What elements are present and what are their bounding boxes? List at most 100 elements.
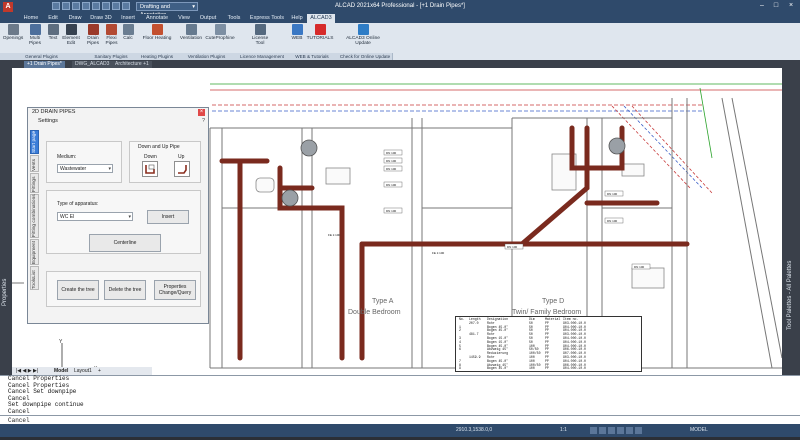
tab-output[interactable]: Output [195,14,221,23]
command-history-line: Cancel Properties [8,381,70,389]
properties-change-button[interactable]: Properties Change/Query [154,280,196,300]
down-pipe-icon[interactable] [142,161,158,177]
tab-tools[interactable]: Tools [222,14,246,23]
file-tab-bar: +1 Drain Pipes* DWG_ALCAD3 Architecture … [0,60,800,68]
delete-tree-button[interactable]: Delete the tree [104,280,146,300]
tab-home[interactable]: Home [20,14,42,23]
pipe-tag-text: DN 100 [634,265,645,269]
apparatus-label: Type of apparatus: [57,201,99,207]
pipe-tag-text: DN 100 [507,245,518,249]
room-type-a-sub-label: Double Bedroom [348,309,401,316]
dialog-close-button[interactable]: × [198,109,205,116]
layout-tab-add[interactable]: + [98,367,101,375]
drain-pipes-dialog: 2D DRAIN PIPES × Settings ? Start page V… [27,107,209,324]
medium-label: Medium: [57,154,77,160]
flexi-pipes-icon [106,24,117,35]
model-space-toggle[interactable]: MODEL [690,424,708,437]
tab-express-tools[interactable]: Express Tools [247,14,287,23]
chevron-down-icon: ▾ [128,214,131,220]
apparatus-select[interactable]: WC El ▾ [57,212,133,221]
annotation-scale[interactable]: 1:1 [560,424,567,437]
dialog-help-button[interactable]: ? [202,118,205,124]
file-tab-architecture[interactable]: Architecture +1 [112,61,152,68]
license-tool-button[interactable]: License Tool [248,24,272,52]
parts-table-row: 9 Bogen 45.0° 100 PP 904.000.10.0 [459,366,586,371]
vtab-fitting-combinations[interactable]: Fitting combinations [30,194,39,238]
group-ventilation-plugins: Ventilation Plugins [175,53,239,60]
online-update-button[interactable]: ALCAD3 Online Update [343,24,383,52]
parts-list-table: No. Length Designation Dim Material Item no. 2… [455,316,642,372]
vtab-start-page[interactable]: Start page [30,130,39,154]
web-button[interactable]: WEB [289,24,305,52]
coordinates-readout: 2910.3,1538.0,0 [456,427,493,433]
element-edit-button[interactable]: Element Edit [61,24,81,52]
openings-button[interactable]: Openings [2,24,24,52]
tab-view[interactable]: View [174,14,194,23]
drain-pipes-button[interactable]: Drain Pipes [84,24,102,52]
vtab-tools-list[interactable]: ToolsList [30,266,39,290]
tab-draw[interactable]: Draw [64,14,86,23]
up-pipe-icon[interactable] [174,161,190,177]
pipe-tag-text: DN 100 [386,151,397,155]
license-icon [254,24,266,35]
tab-annotate[interactable]: Annotate [141,14,173,23]
maximize-button[interactable]: □ [770,2,782,11]
close-window-button[interactable]: × [785,2,797,11]
window-title: ALCAD 2021x64 Professional - [+1 Drain P… [335,3,465,9]
command-history-line: Set downpipe continue [8,401,84,409]
cuteprophine-button[interactable]: CuteProphine [205,24,235,52]
calc-button[interactable]: Calc [121,24,135,52]
insert-button[interactable]: Insert [147,210,189,224]
layout-nav-arrows[interactable]: |◀ ◀ ▶ ▶| [16,367,38,375]
tutorials-button[interactable]: TUTORIALS [306,24,334,52]
text-icon [47,24,59,35]
youtube-icon [314,24,326,35]
downpipe-fitting-icon [300,139,318,157]
dialog-settings-label: Settings [38,118,58,124]
create-tree-button[interactable]: Create the tree [57,280,99,300]
downpipe-fitting-icon [608,137,626,155]
command-line-input[interactable]: Cancel [0,415,800,424]
layout-tab-layout1[interactable]: Layout1 [74,367,92,375]
washbasin-shape [621,163,645,177]
status-toggle-icons[interactable] [590,427,680,434]
floor-heating-button[interactable]: Floor Heating [142,24,172,52]
file-tab-drain-pipes[interactable]: +1 Drain Pipes* [24,61,65,68]
bathtub-shape [325,167,351,185]
ventilation-button[interactable]: Ventilation [178,24,204,52]
pipe-tag-text: DN 100 [386,167,397,171]
tab-insert[interactable]: Insert [116,14,140,23]
online-update-icon [357,24,369,35]
command-history-line: Cancel Set downpipe [8,388,77,396]
tab-draw-3d[interactable]: Draw 3D [87,14,115,23]
fall-tag-text: FE 1:100 [328,233,341,237]
floor-heating-icon [151,24,163,35]
ribbon-tab-bar: Home Edit Draw Draw 3D Insert Annotate V… [0,14,800,23]
sink-shape [631,267,665,289]
centerline-button[interactable]: Centerline [89,234,161,252]
properties-palette-bar[interactable]: Properties [0,68,12,375]
vtab-vents[interactable]: Vents [30,155,39,172]
tool-palettes-label: Tool Palettes - All Palettes [787,260,793,330]
minimize-button[interactable]: – [756,2,768,11]
command-history-line: Cancel [8,394,30,402]
group-heating-plugins: Heating Plugins [139,53,176,60]
vtab-fittings[interactable]: Fittings [30,173,39,193]
group-general-plugins: General Plugins [0,53,84,60]
medium-panel: Medium: Wastewater ▾ [46,141,122,183]
file-tab-dwg-alcad3[interactable]: DWG_ALCAD3 [72,61,113,68]
cuteprophine-icon [214,24,226,35]
multi-pipes-button[interactable]: Multi Pipes [25,24,45,52]
fall-tag-text: FE 1:100 [432,251,445,255]
flexi-pipes-button[interactable]: Flexi Pipes [103,24,120,52]
vtab-equipment[interactable]: Equipment [30,239,39,265]
tab-help[interactable]: Help [288,14,306,23]
tab-edit[interactable]: Edit [42,14,64,23]
tool-palettes-bar[interactable]: Tool Palettes - All Palettes [782,68,800,375]
medium-select[interactable]: Wastewater ▾ [57,164,113,173]
command-history-line: Cancel Properties [8,375,70,382]
text-button[interactable]: Text [46,24,60,52]
dialog-title: 2D DRAIN PIPES [32,109,76,115]
tab-alcad3[interactable]: ALCAD3 [307,14,335,23]
layout-tab-model[interactable]: Model [54,367,68,375]
